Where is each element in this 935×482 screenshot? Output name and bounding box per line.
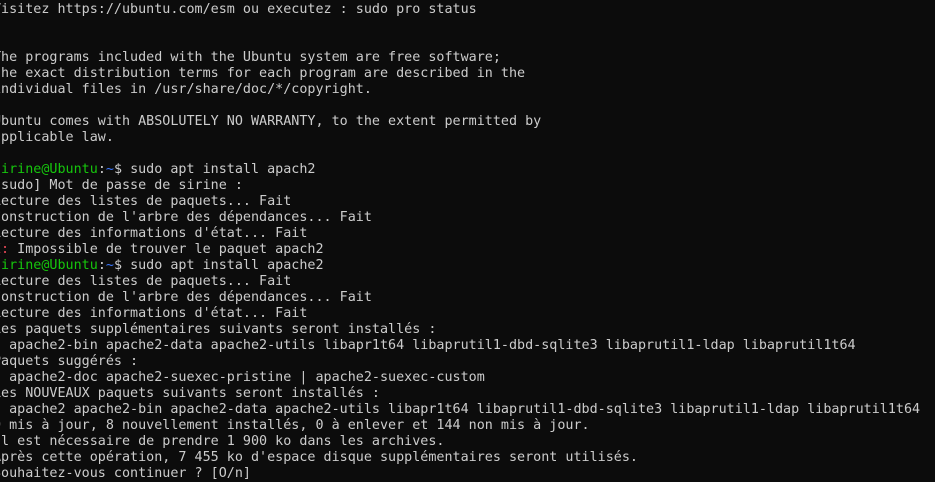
output-line: The programs included with the Ubuntu sy… xyxy=(0,50,935,66)
output-text: Lecture des listes de paquets... Fait xyxy=(0,194,292,209)
output-text: applicable law. xyxy=(0,130,114,145)
output-text: Souhaitez-vous continuer ? [O/n] xyxy=(0,466,251,481)
output-line: individual files in /usr/share/doc/*/cop… xyxy=(0,82,935,98)
output-text: Les NOUVEAUX paquets suivants seront ins… xyxy=(0,386,380,401)
terminal-window[interactable]: Visitez https://ubuntu.com/esm ou execut… xyxy=(0,2,935,482)
output-text: [sudo] Mot de passe de sirine : xyxy=(0,178,243,193)
prompt-command: sudo apt install apache2 xyxy=(130,258,324,273)
output-line: apache2-doc apache2-suexec-pristine | ap… xyxy=(0,370,935,386)
output-text: apache2-doc apache2-suexec-pristine | ap… xyxy=(0,370,485,385)
prompt-separator: : xyxy=(97,162,106,177)
output-text: 0 mis à jour, 8 nouvellement installés, … xyxy=(0,418,590,433)
output-text: individual files in /usr/share/doc/*/cop… xyxy=(0,82,372,97)
error-message: Impossible de trouver le paquet apach2 xyxy=(9,242,324,257)
output-line: the exact distribution terms for each pr… xyxy=(0,66,935,82)
output-line: Construction de l'arbre des dépendances.… xyxy=(0,210,935,226)
error-line: E: Impossible de trouver le paquet apach… xyxy=(0,242,935,258)
output-text: apache2-bin apache2-data apache2-utils l… xyxy=(0,338,856,353)
error-prefix: E: xyxy=(0,242,10,257)
prompt-path: ~ xyxy=(105,162,114,177)
output-text: The programs included with the Ubuntu sy… xyxy=(0,50,501,65)
output-text: Lecture des informations d'état... Fait xyxy=(0,306,308,321)
output-line: Lecture des informations d'état... Fait xyxy=(0,226,935,242)
output-line: apache2-bin apache2-data apache2-utils l… xyxy=(0,338,935,354)
output-text: Les paquets supplémentaires suivants ser… xyxy=(0,322,437,337)
output-line: Paquets suggérés : xyxy=(0,354,935,370)
output-text: Paquets suggérés : xyxy=(0,354,139,369)
output-text: Construction de l'arbre des dépendances.… xyxy=(0,210,372,225)
output-text: Lecture des informations d'état... Fait xyxy=(0,226,308,241)
output-line: Après cette opération, 7 455 ko d'espace… xyxy=(0,450,935,466)
output-line: Lecture des informations d'état... Fait xyxy=(0,306,935,322)
output-line: Ubuntu comes with ABSOLUTELY NO WARRANTY… xyxy=(0,114,935,130)
output-line: applicable law. xyxy=(0,130,935,146)
prompt-command: sudo apt install apach2 xyxy=(130,162,316,177)
prompt-line: sirine@Ubuntu:~$ sudo apt install apache… xyxy=(0,258,935,274)
prompt-line: sirine@Ubuntu:~$ sudo apt install apach2 xyxy=(0,162,935,178)
output-line: Construction de l'arbre des dépendances.… xyxy=(0,290,935,306)
output-line: Les paquets supplémentaires suivants ser… xyxy=(0,322,935,338)
output-text: Il est nécessaire de prendre 1 900 ko da… xyxy=(0,434,445,449)
output-line: [sudo] Mot de passe de sirine : xyxy=(0,178,935,194)
output-text: Construction de l'arbre des dépendances.… xyxy=(0,290,372,305)
output-text: Après cette opération, 7 455 ko d'espace… xyxy=(0,450,638,465)
prompt-separator: : xyxy=(97,258,106,273)
output-line: apache2 apache2-bin apache2-data apache2… xyxy=(0,402,935,418)
prompt-user-host: sirine@Ubuntu xyxy=(0,258,98,273)
output-text: apache2 apache2-bin apache2-data apache2… xyxy=(0,402,921,417)
output-line: Il est nécessaire de prendre 1 900 ko da… xyxy=(0,434,935,450)
prompt-path: ~ xyxy=(105,258,114,273)
output-line: Lecture des listes de paquets... Fait xyxy=(0,194,935,210)
output-text: Visitez https://ubuntu.com/esm ou execut… xyxy=(0,2,477,17)
prompt-symbol: $ xyxy=(113,258,131,273)
prompt-user-host: sirine@Ubuntu xyxy=(0,162,98,177)
output-text: Lecture des listes de paquets... Fait xyxy=(0,274,292,289)
prompt-symbol: $ xyxy=(113,162,131,177)
output-line: Les NOUVEAUX paquets suivants seront ins… xyxy=(0,386,935,402)
output-line: Lecture des listes de paquets... Fait xyxy=(0,274,935,290)
output-line: 0 mis à jour, 8 nouvellement installés, … xyxy=(0,418,935,434)
output-line: Visitez https://ubuntu.com/esm ou execut… xyxy=(0,2,935,18)
output-text: the exact distribution terms for each pr… xyxy=(0,66,526,81)
output-text: Ubuntu comes with ABSOLUTELY NO WARRANTY… xyxy=(0,114,542,129)
